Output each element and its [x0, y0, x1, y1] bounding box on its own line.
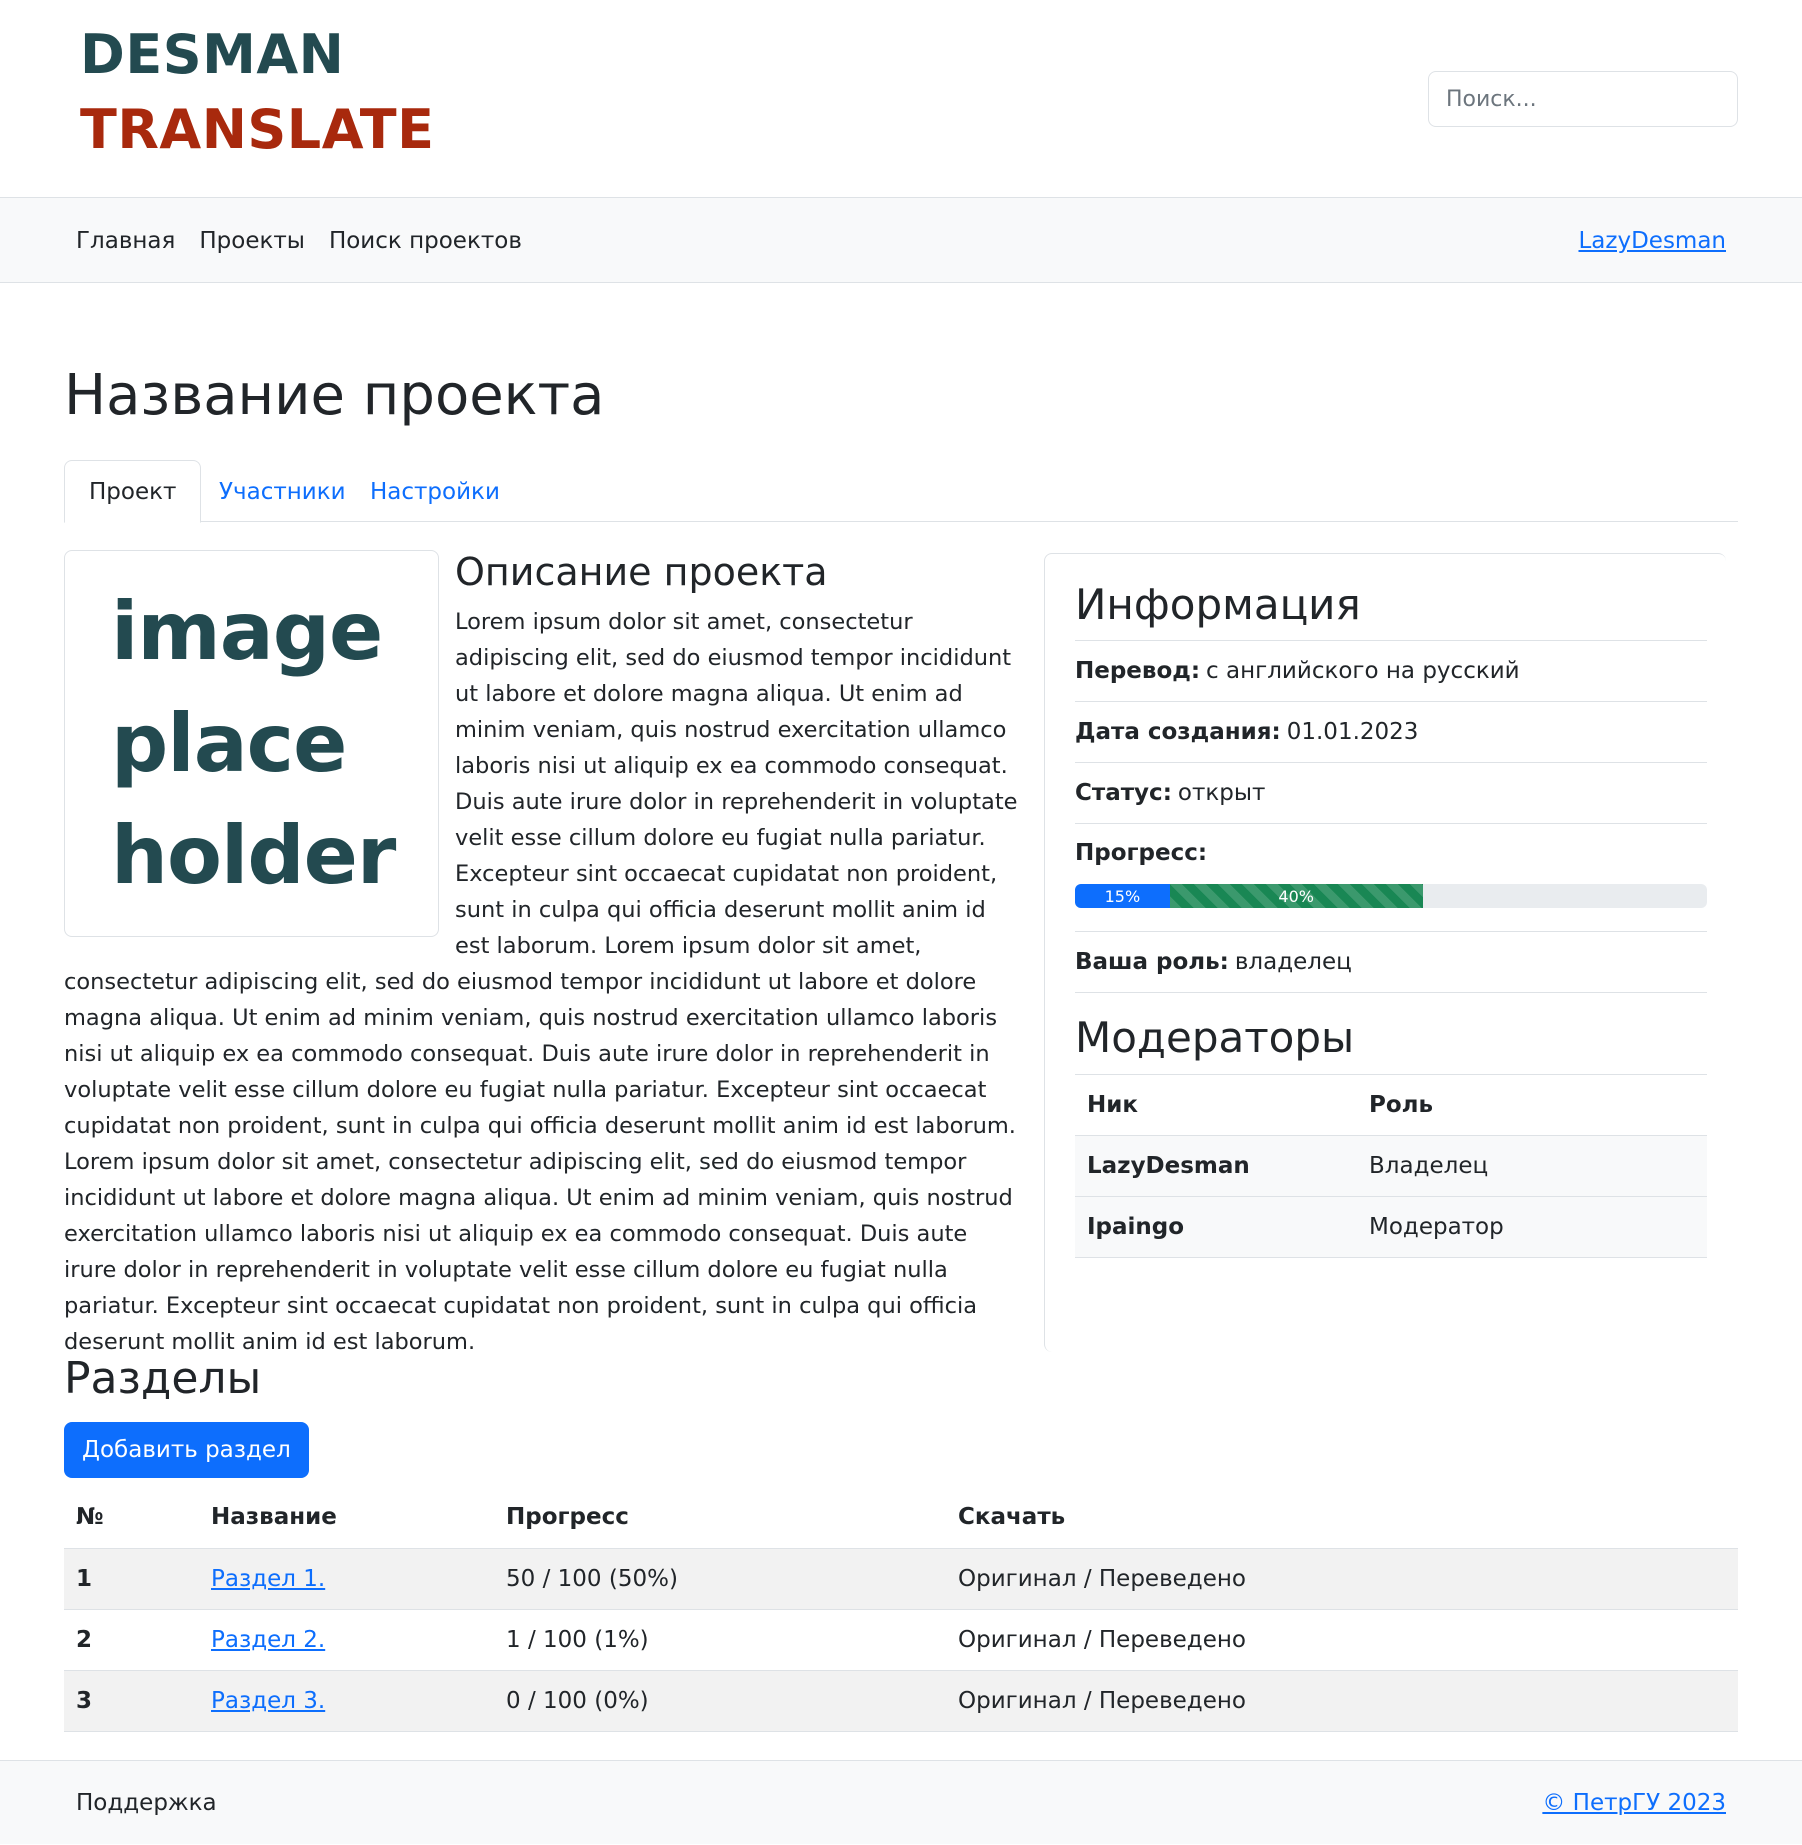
- translation-value: с английского на русский: [1206, 658, 1520, 685]
- nav-item-projects[interactable]: Проекты: [199, 228, 305, 254]
- section-download[interactable]: Оригинал / Переведено: [946, 1609, 1738, 1671]
- info-title: Информация: [1075, 580, 1707, 642]
- image-text-2: place: [111, 696, 347, 790]
- created-label: Дата создания:: [1075, 719, 1281, 746]
- section-number: 1: [64, 1548, 199, 1610]
- status-value: открыт: [1177, 780, 1266, 807]
- add-section-button[interactable]: Добавить раздел: [64, 1422, 309, 1478]
- moderator-nick: Ipaingo: [1075, 1196, 1357, 1259]
- table-row: LazyDesman Владелец: [1075, 1135, 1707, 1198]
- section-download[interactable]: Оригинал / Переведено: [946, 1548, 1738, 1610]
- section-link[interactable]: Раздел 3.: [211, 1688, 325, 1714]
- section-name-cell: Раздел 1.: [199, 1548, 494, 1610]
- column-header-number: №: [64, 1487, 199, 1549]
- image-text-1: image: [111, 584, 383, 678]
- section-download[interactable]: Оригинал / Переведено: [946, 1670, 1738, 1732]
- progress-segment-blue: 15%: [1075, 884, 1170, 909]
- table-row: 2 Раздел 2. 1 / 100 (1%) Оригинал / Пере…: [64, 1609, 1738, 1671]
- nav-item-home[interactable]: Главная: [76, 228, 175, 254]
- moderators-title: Модераторы: [1075, 1013, 1707, 1075]
- copyright-link[interactable]: © ПетрГУ 2023: [1542, 1761, 1726, 1845]
- moderator-role: Модератор: [1357, 1196, 1707, 1259]
- logo-line-2: TRANSLATE: [80, 98, 435, 161]
- image-text-3: holder: [111, 808, 396, 902]
- table-row: 1 Раздел 1. 50 / 100 (50%) Оригинал / Пе…: [64, 1548, 1738, 1610]
- column-header-name: Название: [199, 1487, 494, 1549]
- table-row: 3 Раздел 3. 0 / 100 (0%) Оригинал / Пере…: [64, 1670, 1738, 1732]
- section-link[interactable]: Раздел 1.: [211, 1566, 325, 1592]
- section-name-cell: Раздел 3.: [199, 1670, 494, 1732]
- search-input[interactable]: [1428, 71, 1738, 127]
- moderator-nick: LazyDesman: [1075, 1135, 1357, 1198]
- section-number: 3: [64, 1670, 199, 1732]
- role-value: владелец: [1234, 949, 1352, 976]
- section-name-cell: Раздел 2.: [199, 1609, 494, 1671]
- logo-line-1: DESMAN: [80, 23, 345, 86]
- sections-title: Разделы: [64, 1353, 262, 1404]
- project-image: image place holder: [64, 550, 439, 937]
- info-role: Ваша роль: владелец: [1075, 932, 1707, 994]
- section-link[interactable]: Раздел 2.: [211, 1627, 325, 1653]
- column-header-role: Роль: [1357, 1074, 1707, 1137]
- info-created: Дата создания: 01.01.2023: [1075, 702, 1707, 764]
- tab-participants[interactable]: Участники: [195, 460, 370, 523]
- info-translation: Перевод: с английского на русский: [1075, 641, 1707, 703]
- column-header-nick: Ник: [1075, 1074, 1357, 1137]
- progress-label: Прогресс:: [1075, 840, 1208, 867]
- navbar: Главная Проекты Поиск проектов LazyDesma…: [0, 198, 1802, 283]
- tab-settings[interactable]: Настройки: [346, 460, 524, 523]
- progress-bar: 15% 40%: [1075, 884, 1707, 909]
- progress-segment-green: 40%: [1169, 884, 1423, 909]
- role-label: Ваша роль:: [1075, 949, 1229, 976]
- tabs: Проект Участники Настройки: [64, 460, 1738, 523]
- moderator-role: Владелец: [1357, 1135, 1707, 1198]
- section-progress: 1 / 100 (1%): [494, 1609, 946, 1671]
- logo[interactable]: DESMAN TRANSLATE: [80, 28, 435, 157]
- table-row: Ipaingo Модератор: [1075, 1196, 1707, 1259]
- column-header-download: Скачать: [946, 1487, 1738, 1549]
- moderators-table: Ник Роль LazyDesman Владелец Ipaingo Мод…: [1075, 1074, 1707, 1259]
- nav-links: Главная Проекты Поиск проектов: [76, 198, 522, 283]
- project-description: image place holder Описание проекта Lore…: [64, 550, 1019, 1360]
- nav-item-search-projects[interactable]: Поиск проектов: [329, 228, 522, 254]
- user-link[interactable]: LazyDesman: [1578, 198, 1726, 283]
- column-header-progress: Прогресс: [494, 1487, 946, 1549]
- footer: Поддержка © ПетрГУ 2023: [0, 1760, 1802, 1844]
- page-title: Название проекта: [64, 363, 605, 428]
- section-number: 2: [64, 1609, 199, 1671]
- created-value: 01.01.2023: [1286, 719, 1419, 746]
- section-progress: 50 / 100 (50%): [494, 1548, 946, 1610]
- section-progress: 0 / 100 (0%): [494, 1670, 946, 1732]
- support-link[interactable]: Поддержка: [76, 1761, 217, 1845]
- info-card: Информация Перевод: с английского на рус…: [1044, 553, 1726, 1352]
- sections-table: № Название Прогресс Скачать 1 Раздел 1. …: [64, 1487, 1738, 1732]
- status-label: Статус:: [1075, 780, 1172, 807]
- info-status: Статус: открыт: [1075, 763, 1707, 825]
- translation-label: Перевод:: [1075, 658, 1201, 685]
- site-header: DESMAN TRANSLATE: [0, 0, 1802, 198]
- tab-project[interactable]: Проект: [64, 460, 202, 523]
- info-progress: Прогресс: 15% 40%: [1075, 824, 1707, 933]
